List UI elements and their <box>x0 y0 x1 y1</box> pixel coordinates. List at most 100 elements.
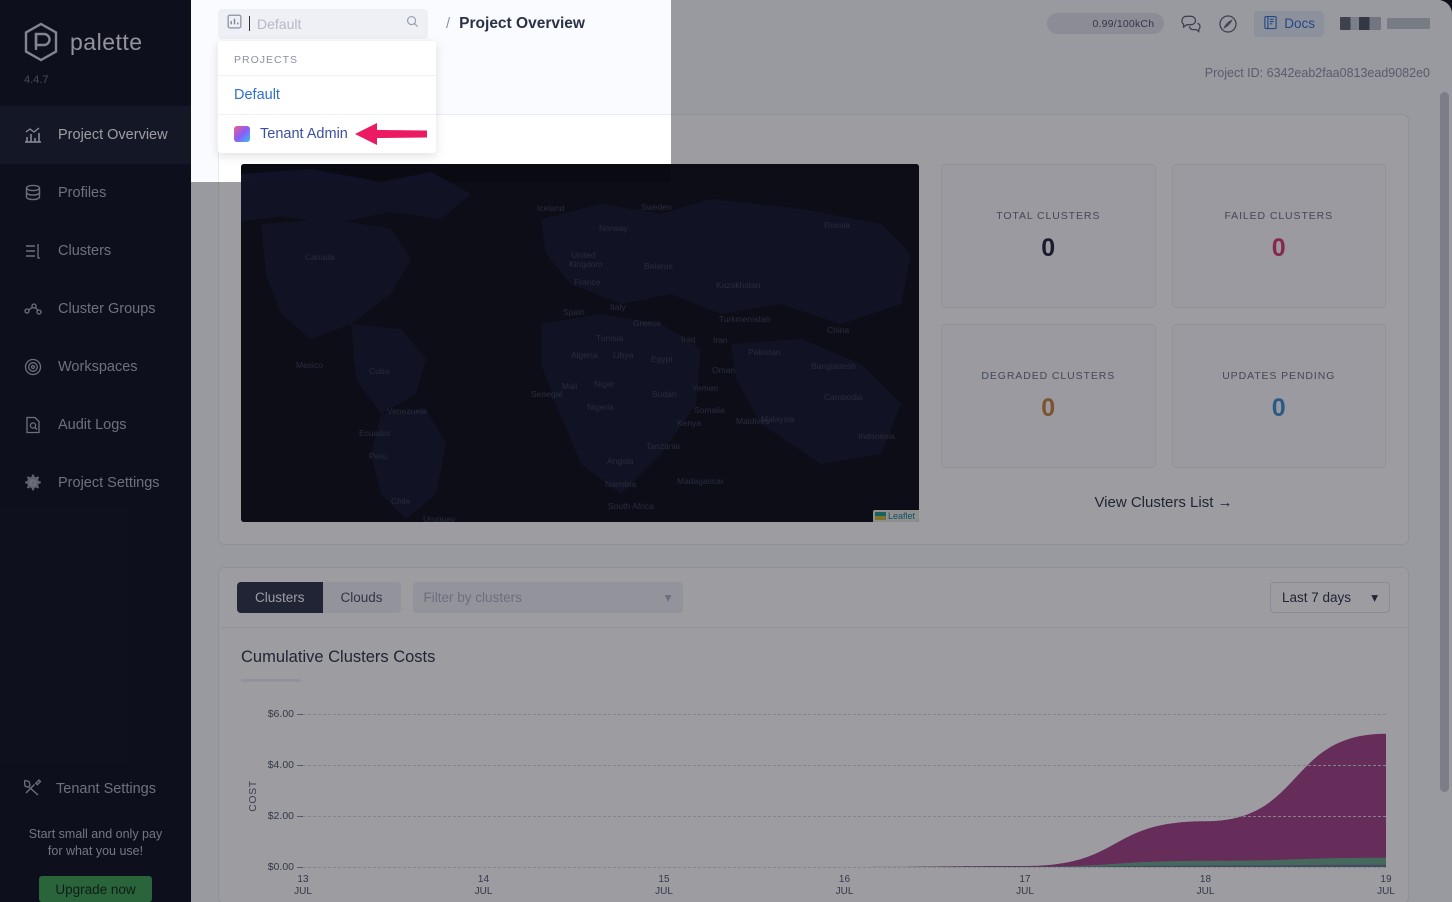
sidebar-item-label: Clusters <box>58 243 111 259</box>
document-search-icon <box>22 414 44 436</box>
user-account-area[interactable] <box>1340 17 1430 30</box>
annotation-arrow <box>355 120 427 153</box>
book-icon <box>1263 15 1278 33</box>
clusters-card: Clusters <box>218 114 1409 545</box>
tab-clusters[interactable]: Clusters <box>237 582 323 613</box>
stat-card[interactable]: TOTAL CLUSTERS 0 <box>941 164 1156 308</box>
map-country-label: Turkmenistan <box>719 314 770 324</box>
stat-card-value: 0 <box>1272 234 1286 263</box>
dropdown-item-label: Default <box>234 87 280 103</box>
map-country-label: Mexico <box>296 360 323 370</box>
world-map[interactable]: IcelandSwedenRussiaNorwayCanadaUnitedKin… <box>241 164 919 522</box>
dropdown-item-label: Tenant Admin <box>260 126 348 142</box>
chart-plot-area: $0.00$2.00$4.00$6.0013JUL14JUL15JUL16JUL… <box>303 688 1386 867</box>
content-scrollbar[interactable] <box>1440 92 1449 792</box>
map-country-label: Sudan <box>652 389 677 399</box>
chat-bubbles-icon[interactable] <box>1180 14 1202 34</box>
docs-button[interactable]: Docs <box>1254 11 1324 37</box>
map-country-label: Norway <box>599 223 628 233</box>
stat-card-value: 0 <box>1041 234 1055 263</box>
chart-overview-icon <box>22 124 44 146</box>
gear-icon <box>22 472 44 494</box>
stat-card-label: FAILED CLUSTERS <box>1224 210 1333 222</box>
chart-title-underline <box>241 679 301 682</box>
dropdown-item-default[interactable]: Default <box>218 75 436 114</box>
breadcrumb-separator: / <box>446 15 450 32</box>
brand-logo[interactable]: palette 4.4.7 <box>0 0 191 86</box>
stat-card-label: UPDATES PENDING <box>1222 370 1335 382</box>
project-search-input[interactable]: Default <box>218 9 428 39</box>
stat-card-value: 0 <box>1272 394 1286 423</box>
map-country-label: Sweden <box>641 202 672 212</box>
user-name-blurred <box>1387 18 1430 29</box>
y-axis-tick-label: $6.00 <box>268 708 294 720</box>
date-range-select[interactable]: Last 7 days ▾ <box>1270 582 1390 613</box>
stat-card[interactable]: FAILED CLUSTERS 0 <box>1172 164 1387 308</box>
map-country-label: Mali <box>562 381 578 391</box>
x-axis-tick-label: 19JUL <box>1377 874 1395 898</box>
map-country-label: Niger <box>594 379 614 389</box>
map-country-label: Canada <box>305 252 335 262</box>
view-clusters-list-link[interactable]: View Clusters List → <box>941 494 1386 511</box>
sidebar-item-project-overview[interactable]: Project Overview <box>0 106 191 164</box>
upgrade-now-button[interactable]: Upgrade now <box>39 876 152 902</box>
compass-icon[interactable] <box>1218 14 1238 34</box>
filter-placeholder: Filter by clusters <box>424 590 522 605</box>
chevron-down-icon: ▾ <box>665 590 672 606</box>
text-cursor <box>249 16 250 31</box>
sidebar-item-tenant-settings[interactable]: Tenant Settings <box>0 765 191 813</box>
x-axis-tick-label: 15JUL <box>655 874 673 898</box>
chart-area-series <box>303 688 1386 867</box>
chart-toolbar: Clusters Clouds Filter by clusters ▾ Las… <box>219 568 1408 628</box>
map-country-label: Namibia <box>605 479 636 489</box>
brand-name: palette <box>70 29 143 56</box>
cumulative-cost-chart[interactable]: COST $0.00$2.00$4.00$6.0013JUL14JUL15JUL… <box>241 688 1386 902</box>
map-country-label: Nigeria <box>587 402 614 412</box>
view-clusters-list-label: View Clusters List <box>1094 494 1213 511</box>
map-country-label: Iran <box>713 335 728 345</box>
stat-card[interactable]: UPDATES PENDING 0 <box>1172 324 1387 468</box>
sidebar-item-workspaces[interactable]: Workspaces <box>0 338 191 396</box>
sidebar-item-label: Project Settings <box>58 475 160 491</box>
sidebar-item-cluster-groups[interactable]: Cluster Groups <box>0 280 191 338</box>
x-axis-tick-label: 14JUL <box>475 874 493 898</box>
docs-label: Docs <box>1284 16 1315 31</box>
map-country-label: Libya <box>613 350 633 360</box>
filter-by-clusters-select[interactable]: Filter by clusters ▾ <box>413 582 683 613</box>
map-country-label: Chile <box>391 496 410 506</box>
sidebar-item-project-settings[interactable]: Project Settings <box>0 454 191 512</box>
map-country-label: Maldives <box>736 416 770 426</box>
map-country-label: Somalia <box>694 405 725 415</box>
map-country-label: Greece <box>633 318 661 328</box>
map-country-label: Oman <box>712 365 735 375</box>
credits-badge[interactable]: 0.99/100kCh <box>1047 13 1164 34</box>
stat-card[interactable]: DEGRADED CLUSTERS0 <box>941 324 1156 468</box>
chart-gridline <box>303 867 1386 868</box>
map-country-label: Kazakhstan <box>716 280 760 290</box>
map-country-label: Ecuador <box>359 428 391 438</box>
promo-line-1: Start small and only pay <box>14 826 177 843</box>
chart-gridline <box>303 816 1386 817</box>
breadcrumb-title: Project Overview <box>459 15 585 33</box>
sidebar-item-clusters[interactable]: Clusters <box>0 222 191 280</box>
sidebar-item-label: Tenant Settings <box>56 781 156 797</box>
x-axis-tick-label: 16JUL <box>836 874 854 898</box>
map-country-label: Indonesia <box>858 431 895 441</box>
sidebar-item-label: Workspaces <box>58 359 138 375</box>
sidebar-item-profiles[interactable]: Profiles <box>0 164 191 222</box>
x-axis-tick-label: 13JUL <box>294 874 312 898</box>
tab-clouds[interactable]: Clouds <box>323 582 401 613</box>
x-axis-tick-label: 18JUL <box>1197 874 1215 898</box>
sidebar-item-audit-logs[interactable]: Audit Logs <box>0 396 191 454</box>
search-icon[interactable] <box>406 15 419 33</box>
gradient-chart-icon <box>234 126 250 142</box>
map-country-label: Algeria <box>571 350 597 360</box>
leaflet-attribution[interactable]: Leaflet <box>873 510 919 522</box>
chevron-down-icon: ▾ <box>1371 590 1378 606</box>
map-country-label: Bangladesh <box>811 361 856 371</box>
map-country-label: Tanzania <box>646 441 680 451</box>
upgrade-promo: Start small and only pay for what you us… <box>0 826 191 860</box>
sidebar: palette 4.4.7 Project Overview Profiles <box>0 0 191 902</box>
stat-card-label: TOTAL CLUSTERS <box>996 210 1100 222</box>
cluster-stats: TOTAL CLUSTERS 0 FAILED CLUSTERS 0 DEGRADED … <box>941 164 1386 522</box>
